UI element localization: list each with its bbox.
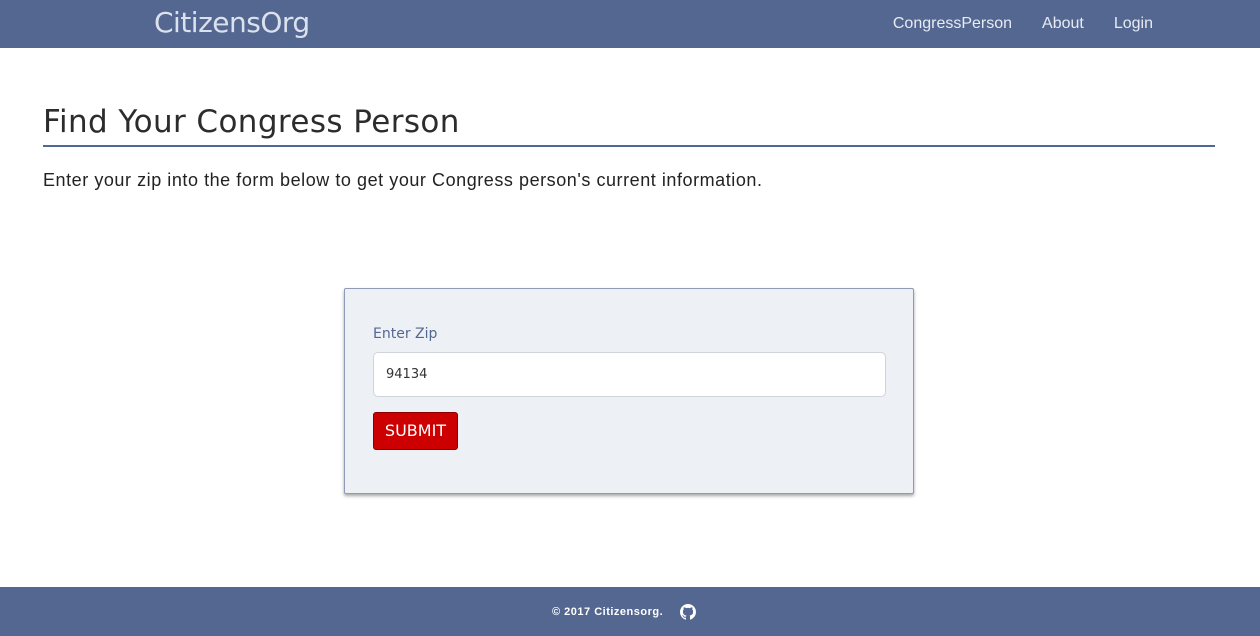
intro-text: Enter your zip into the form below to ge… bbox=[43, 170, 763, 190]
nav-links: CongressPerson About Login bbox=[893, 0, 1153, 48]
submit-button[interactable]: SUBMIT bbox=[373, 412, 458, 450]
title-divider bbox=[43, 145, 1215, 147]
nav-link-login[interactable]: Login bbox=[1114, 14, 1153, 34]
page-title: Find Your Congress Person bbox=[43, 104, 460, 140]
github-icon[interactable] bbox=[680, 604, 697, 620]
nav-link-about[interactable]: About bbox=[1042, 14, 1084, 34]
navbar: CitizensOrg CongressPerson About Login bbox=[0, 0, 1260, 48]
brand-logo[interactable]: CitizensOrg bbox=[154, 6, 310, 40]
nav-link-congressperson[interactable]: CongressPerson bbox=[893, 14, 1012, 34]
footer: © 2017 Citizensorg. bbox=[0, 587, 1260, 636]
zip-form-card: Enter Zip SUBMIT bbox=[344, 288, 914, 494]
zip-label: Enter Zip bbox=[373, 326, 438, 342]
page: CitizensOrg CongressPerson About Login F… bbox=[0, 0, 1260, 636]
zip-input[interactable] bbox=[373, 352, 886, 397]
copyright-text: © 2017 Citizensorg. bbox=[552, 606, 664, 618]
footer-content: © 2017 Citizensorg. bbox=[552, 601, 697, 623]
